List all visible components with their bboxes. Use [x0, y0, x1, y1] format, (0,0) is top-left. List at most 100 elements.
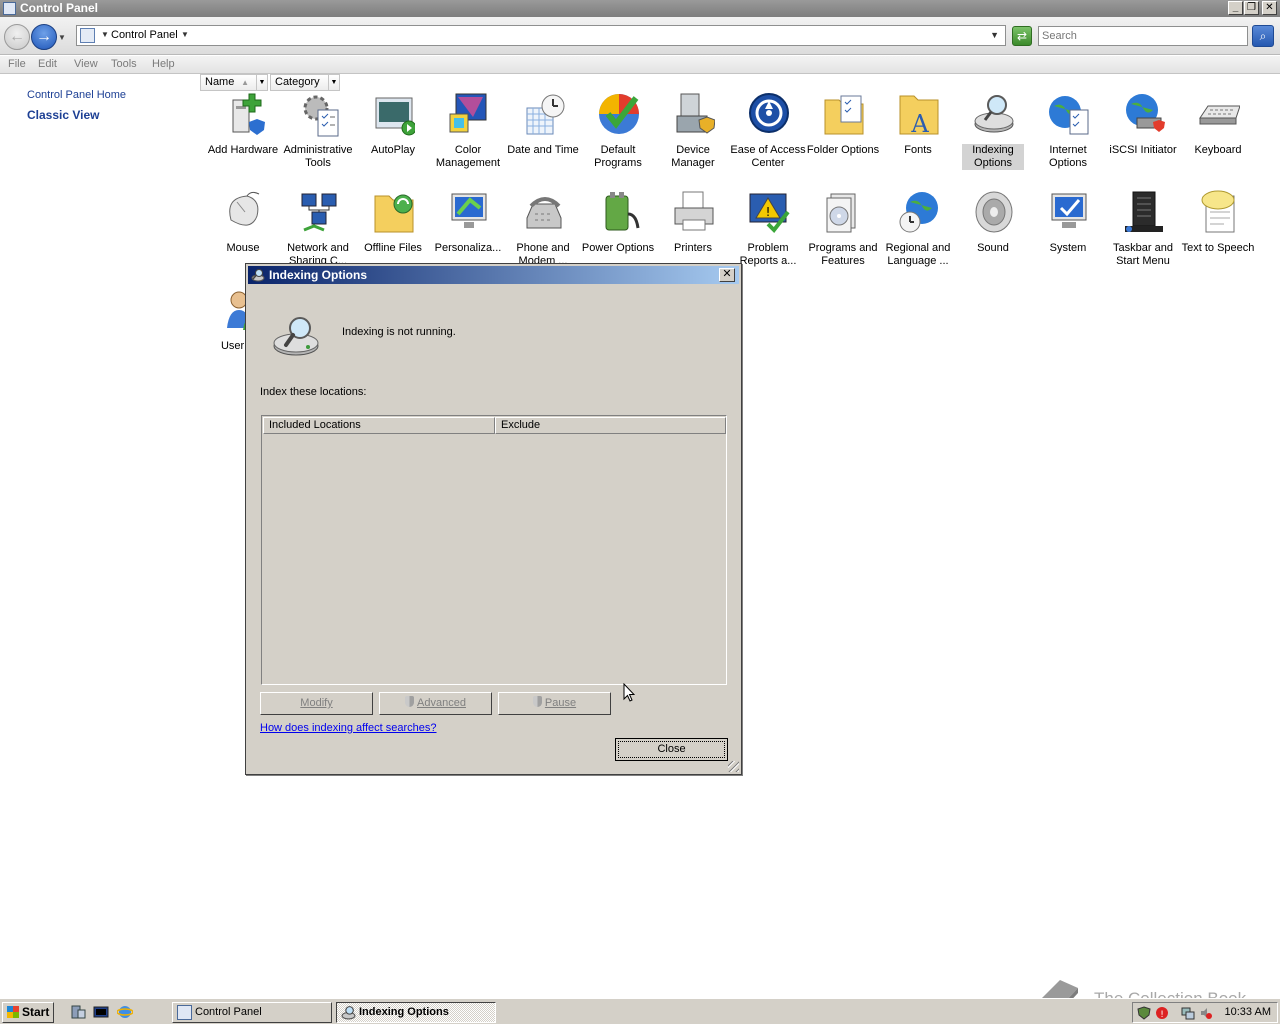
- column-header-included-locations[interactable]: Included Locations: [263, 417, 495, 434]
- refresh-button[interactable]: ⇄: [1012, 26, 1032, 46]
- dialog-title: Indexing Options: [269, 268, 367, 282]
- control-panel-item[interactable]: Keyboard: [1180, 92, 1256, 188]
- address-field[interactable]: ▼ Control Panel ▼ ▼: [76, 25, 1006, 46]
- control-panel-item-label: System: [1049, 242, 1087, 254]
- problem-reports-icon: !: [749, 193, 790, 234]
- close-button[interactable]: Close: [615, 738, 728, 761]
- advanced-button[interactable]: Advanced: [379, 692, 492, 715]
- menu-edit[interactable]: Edit: [38, 58, 57, 70]
- classic-view-link[interactable]: Classic View: [27, 108, 100, 122]
- control-panel-item-label: Mouse: [226, 242, 260, 254]
- column-header-exclude[interactable]: Exclude: [495, 417, 726, 434]
- column-header-name[interactable]: Name ▲ ▼: [200, 74, 268, 91]
- control-panel-item-label: Administrative Tools: [283, 144, 353, 169]
- dialog-title-bar[interactable]: Indexing Options ✕: [248, 266, 739, 284]
- pause-button[interactable]: Pause: [498, 692, 611, 715]
- close-window-button[interactable]: ✕: [1262, 1, 1277, 15]
- network-icon[interactable]: [1181, 1006, 1195, 1020]
- control-panel-icon: [80, 28, 95, 43]
- control-panel-item-label: Printers: [674, 242, 712, 254]
- chevron-down-icon[interactable]: ▼: [181, 30, 189, 39]
- recent-pages-dropdown-icon[interactable]: ▼: [58, 33, 66, 42]
- svg-text:A: A: [910, 110, 929, 138]
- search-input[interactable]: Search: [1038, 26, 1248, 46]
- chevron-down-icon[interactable]: ▼: [101, 30, 109, 39]
- control-panel-item[interactable]: Ease of Access Center: [730, 92, 806, 188]
- control-panel-home-link[interactable]: Control Panel Home: [27, 89, 126, 101]
- column-headers: Name ▲ ▼ Category ▼: [200, 74, 1280, 91]
- resize-grip[interactable]: [728, 761, 739, 772]
- address-path[interactable]: Control Panel: [111, 29, 178, 41]
- control-panel-item-label: Date and Time: [507, 144, 579, 156]
- taskbar-item-control-panel[interactable]: Control Panel: [172, 1002, 332, 1023]
- control-panel-item[interactable]: Regional and Language ...: [880, 190, 956, 286]
- menu-tools[interactable]: Tools: [111, 58, 137, 70]
- control-panel-item[interactable]: Internet Options: [1030, 92, 1106, 188]
- indexing-status-text: Indexing is not running.: [342, 326, 456, 338]
- restore-button[interactable]: ❐: [1244, 1, 1259, 15]
- control-panel-item-label: Color Management: [435, 144, 501, 169]
- control-panel-item[interactable]: Date and Time: [505, 92, 581, 188]
- menu-file[interactable]: File: [8, 58, 26, 70]
- column-header-category-label: Category: [275, 76, 320, 88]
- indexing-options-dialog: Indexing Options ✕ Indexing is not runni…: [245, 263, 742, 775]
- fonts-icon: A: [899, 95, 939, 138]
- column-header-category[interactable]: Category ▼: [270, 74, 340, 91]
- control-panel-item[interactable]: Default Programs: [580, 92, 656, 188]
- back-button[interactable]: ←: [4, 24, 30, 50]
- control-panel-item[interactable]: Color Management: [430, 92, 506, 188]
- control-panel-item[interactable]: AutoPlay: [355, 92, 431, 188]
- control-panel-item[interactable]: System: [1030, 190, 1106, 286]
- search-icon[interactable]: ⌕: [1252, 25, 1274, 47]
- control-panel-item[interactable]: Indexing Options: [955, 92, 1031, 188]
- control-panel-item-label: Regional and Language ...: [885, 242, 951, 267]
- control-panel-item-label: Indexing Options: [962, 144, 1024, 170]
- control-panel-item-label: Power Options: [581, 242, 655, 254]
- locations-list[interactable]: Included Locations Exclude: [261, 415, 727, 685]
- chevron-down-icon[interactable]: ▼: [256, 75, 267, 90]
- sort-ascending-icon: ▲: [241, 78, 249, 87]
- control-panel-item[interactable]: Device Manager: [655, 92, 731, 188]
- forward-button[interactable]: →: [31, 24, 57, 50]
- indexing-help-link[interactable]: How does indexing affect searches?: [260, 722, 437, 734]
- menu-help[interactable]: Help: [152, 58, 175, 70]
- server-manager-icon[interactable]: [70, 1004, 86, 1020]
- command-prompt-icon[interactable]: [93, 1004, 109, 1020]
- chevron-down-icon[interactable]: ▼: [328, 75, 339, 90]
- start-button[interactable]: Start: [2, 1002, 54, 1023]
- control-panel-item[interactable]: A Fonts: [880, 92, 956, 188]
- network-sharing-icon: [301, 193, 337, 232]
- uac-shield-icon: [405, 696, 415, 707]
- sound-icon: [975, 191, 1013, 233]
- control-panel-item[interactable]: Sound: [955, 190, 1031, 286]
- control-panel-item[interactable]: Add Hardware: [205, 92, 281, 188]
- security-shield-icon[interactable]: [1137, 1006, 1151, 1020]
- control-panel-item[interactable]: Text to Speech: [1180, 190, 1256, 286]
- left-navigation: Control Panel Home Classic View: [0, 75, 200, 995]
- control-panel-item-label: Keyboard: [1194, 144, 1242, 156]
- control-panel-item-label: Taskbar and Start Menu: [1113, 242, 1173, 267]
- power-options-icon: [605, 192, 640, 231]
- indexing-options-icon: [974, 95, 1014, 133]
- control-panel-item-label: Default Programs: [594, 144, 642, 169]
- modify-button[interactable]: Modify: [260, 692, 373, 715]
- menu-view[interactable]: View: [74, 58, 98, 70]
- taskbar-item-indexing-options[interactable]: Indexing Options: [336, 1002, 496, 1023]
- internet-explorer-icon[interactable]: [117, 1004, 133, 1020]
- control-panel-item[interactable]: Taskbar and Start Menu: [1105, 190, 1181, 286]
- volume-muted-icon[interactable]: [1199, 1006, 1213, 1020]
- control-panel-item[interactable]: Folder Options: [805, 92, 881, 188]
- minimize-button[interactable]: _: [1228, 1, 1243, 15]
- control-panel-item[interactable]: iSCSI Initiator: [1105, 92, 1181, 188]
- programs-features-icon: [826, 193, 856, 233]
- error-alert-icon[interactable]: !: [1155, 1006, 1169, 1020]
- address-dropdown-icon[interactable]: ▼: [990, 30, 999, 40]
- control-panel-item-label: Text to Speech: [1181, 242, 1255, 254]
- clock[interactable]: 10:33 AM: [1225, 1006, 1271, 1018]
- svg-text:!: !: [766, 205, 771, 219]
- control-panel-item[interactable]: Programs and Features: [805, 190, 881, 286]
- dialog-close-icon[interactable]: ✕: [719, 268, 735, 282]
- control-panel-icon: [3, 2, 16, 15]
- control-panel-item[interactable]: Administrative Tools: [280, 92, 356, 188]
- address-bar: ← → ▼ ▼ Control Panel ▼ ▼ ⇄ Search ⌕: [0, 17, 1280, 55]
